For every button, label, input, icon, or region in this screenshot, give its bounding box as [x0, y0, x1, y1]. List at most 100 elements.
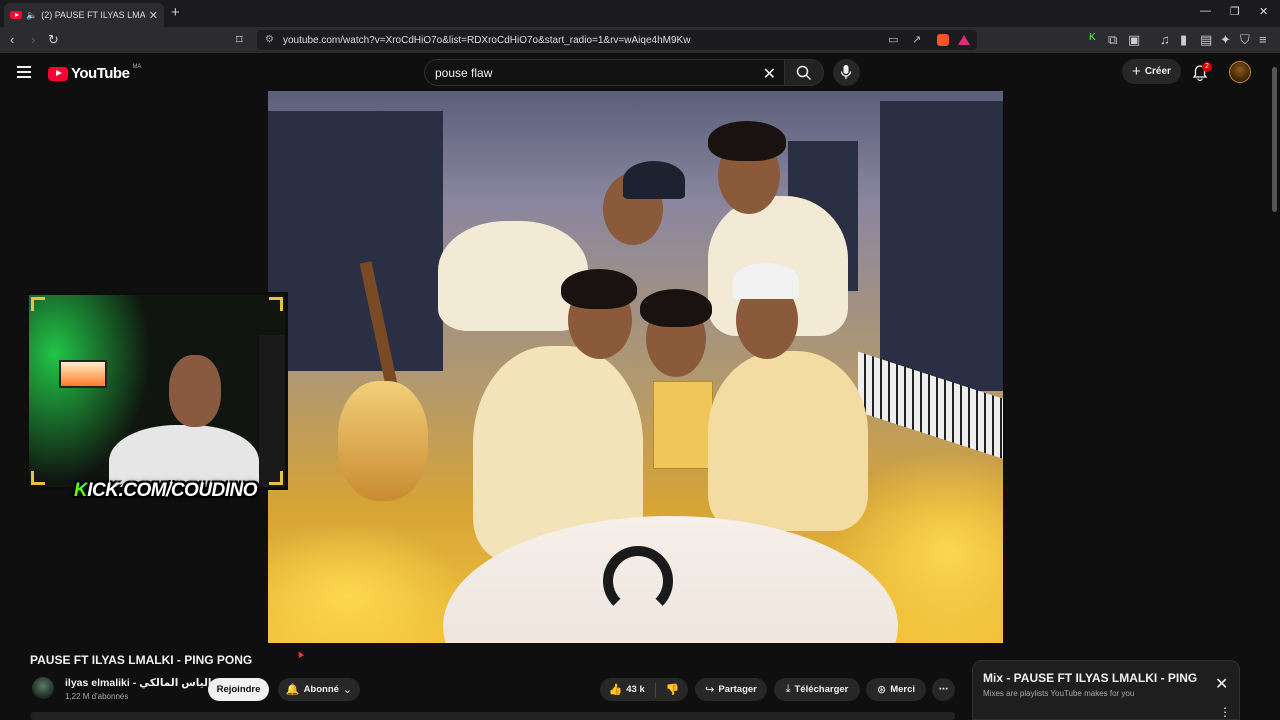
more-actions-button[interactable]: ⋯: [932, 678, 955, 701]
person-front-right: [708, 351, 868, 531]
notification-count-badge: 2: [1202, 62, 1212, 72]
frame-corner: [31, 297, 45, 311]
yellow-light-glow: [268, 521, 468, 643]
browser-tab-active[interactable]: 🔈 (2) PAUSE FT ILYAS LMALKI - P ✕: [4, 3, 164, 27]
window-close-icon[interactable]: ✕: [1259, 5, 1268, 18]
create-button[interactable]: + Créer: [1122, 59, 1181, 84]
video-player[interactable]: [268, 91, 1003, 643]
download-button[interactable]: ⤓ Télécharger: [774, 678, 860, 701]
url-text: youtube.com/watch?v=XroCdHiO7o&list=RDXr…: [283, 34, 691, 46]
join-button[interactable]: Rejoindre: [208, 678, 269, 701]
download-icon: ⤓: [785, 683, 791, 695]
fireplace-screen: [59, 360, 107, 388]
plus-icon: +: [1132, 63, 1141, 80]
subscribed-label: Abonné: [303, 684, 339, 695]
wallet-icon[interactable]: ▤: [1200, 32, 1212, 48]
headphones: [603, 546, 673, 616]
person-hair: [561, 269, 637, 309]
person-back-left: [438, 221, 588, 331]
mix-more-icon[interactable]: ⋮: [1219, 705, 1231, 719]
clear-search-icon[interactable]: ✕: [763, 64, 776, 84]
kick-channel-watermark: KICK.COM/COUDINO: [74, 480, 258, 501]
like-count[interactable]: 43 k: [626, 684, 645, 695]
account-avatar[interactable]: [1229, 61, 1251, 83]
share-label: Partager: [718, 684, 757, 695]
person-hair: [708, 121, 786, 161]
acoustic-panel: [268, 111, 443, 371]
share-arrow-icon: ↪: [705, 684, 715, 696]
mouse-cursor-icon: [295, 649, 305, 659]
kick-extension-icon[interactable]: K: [1089, 32, 1096, 43]
frame-corner: [269, 471, 283, 485]
search-icon: [796, 65, 812, 81]
channel-avatar[interactable]: [32, 677, 54, 699]
subscriber-count: 1,22 M d'abonnés: [65, 692, 129, 701]
thanks-button[interactable]: ⊛ Merci: [866, 678, 926, 701]
country-code: MA: [132, 63, 142, 70]
acoustic-panel: [880, 101, 1003, 391]
streamer-face: [169, 355, 221, 427]
channel-name[interactable]: ilyas elmaliki - الياس المالكي: [65, 677, 224, 689]
site-info-icon[interactable]: ⚙: [265, 34, 274, 45]
address-bar[interactable]: ⚙ youtube.com/watch?v=XroCdHiO7o&list=RD…: [257, 30, 977, 50]
chevron-down-icon: ⌄: [342, 684, 353, 696]
youtube-header: YouTube MA pouse flaw ✕ + Créer 2: [0, 53, 1270, 91]
search-input[interactable]: pouse flaw ✕: [424, 59, 784, 86]
sidebar-icon[interactable]: ▮: [1180, 32, 1187, 48]
brave-rewards-icon[interactable]: [958, 35, 970, 45]
like-icon[interactable]: 👍: [609, 683, 623, 696]
webcam-overlay: [26, 292, 288, 490]
mix-subtitle: Mixes are playlists YouTube makes for yo…: [983, 689, 1135, 698]
menu-icon[interactable]: ≡: [1259, 32, 1267, 47]
new-tab-button[interactable]: +: [171, 4, 180, 21]
mix-title[interactable]: Mix - PAUSE FT ILYAS LMALKI - PING PONG: [983, 671, 1198, 685]
page-scrollbar[interactable]: [1270, 53, 1280, 720]
guitar: [338, 381, 428, 501]
white-cap: [733, 263, 799, 299]
gaming-chair: [259, 335, 285, 487]
channel-name-text: ilyas elmaliki - الياس المالكي: [65, 677, 212, 689]
hamburger-menu-icon[interactable]: [17, 66, 31, 78]
window-restore-icon[interactable]: ❐: [1230, 5, 1240, 18]
browser-tab-strip: 🔈 (2) PAUSE FT ILYAS LMALKI - P ✕ + — ❐ …: [0, 0, 1280, 27]
window-minimize-icon[interactable]: —: [1200, 5, 1211, 17]
forward-icon[interactable]: ›: [31, 32, 35, 47]
share-button[interactable]: ↪ Partager: [695, 678, 767, 701]
subscribed-button[interactable]: 🔔 Abonné ⌄: [278, 678, 360, 701]
frame-corner: [31, 471, 45, 485]
like-dislike-group: 👍 43 k 👎: [600, 678, 688, 701]
leo-icon[interactable]: ✦: [1220, 32, 1231, 48]
vpn-icon[interactable]: ⛉: [1240, 32, 1250, 48]
search-button[interactable]: [784, 59, 824, 86]
back-icon[interactable]: ‹: [10, 32, 14, 47]
browser-toolbar: ‹ › ↻ ⌑ ⚙ youtube.com/watch?v=XroCdHiO7o…: [0, 27, 1280, 53]
dislike-icon[interactable]: 👎: [666, 683, 680, 696]
bell-icon: 🔔: [285, 684, 300, 696]
voice-search-button[interactable]: [833, 59, 860, 86]
youtube-favicon-icon: [10, 11, 22, 19]
description-box[interactable]: [30, 712, 955, 720]
download-label: Télécharger: [794, 684, 849, 695]
thanks-label: Merci: [890, 684, 916, 695]
share-icon[interactable]: ↗: [912, 33, 921, 46]
youtube-wordmark: YouTube: [71, 65, 130, 82]
close-mix-icon[interactable]: ✕: [1215, 674, 1228, 694]
youtube-logo[interactable]: YouTube MA: [48, 63, 142, 82]
bookmark-icon[interactable]: ⌑: [236, 32, 243, 48]
cast-icon[interactable]: ▭: [888, 33, 898, 46]
screenshot-icon[interactable]: ▣: [1128, 32, 1140, 48]
scrollbar-thumb[interactable]: [1272, 67, 1277, 212]
reload-icon[interactable]: ↻: [48, 32, 59, 48]
extensions-icon[interactable]: ⧉: [1108, 32, 1117, 48]
divider: [654, 682, 656, 697]
tab-title: (2) PAUSE FT ILYAS LMALKI - P: [41, 10, 145, 20]
youtube-play-icon: [48, 66, 68, 81]
search-query: pouse flaw: [435, 65, 493, 80]
speaker-icon[interactable]: 🔈: [26, 10, 37, 21]
tab-close-icon[interactable]: ✕: [149, 9, 158, 22]
create-label: Créer: [1144, 66, 1171, 77]
super-thanks-icon: ⊛: [876, 684, 887, 696]
person-hair: [640, 289, 712, 327]
media-icon[interactable]: ♫: [1160, 32, 1170, 47]
brave-shield-icon[interactable]: [937, 34, 949, 46]
